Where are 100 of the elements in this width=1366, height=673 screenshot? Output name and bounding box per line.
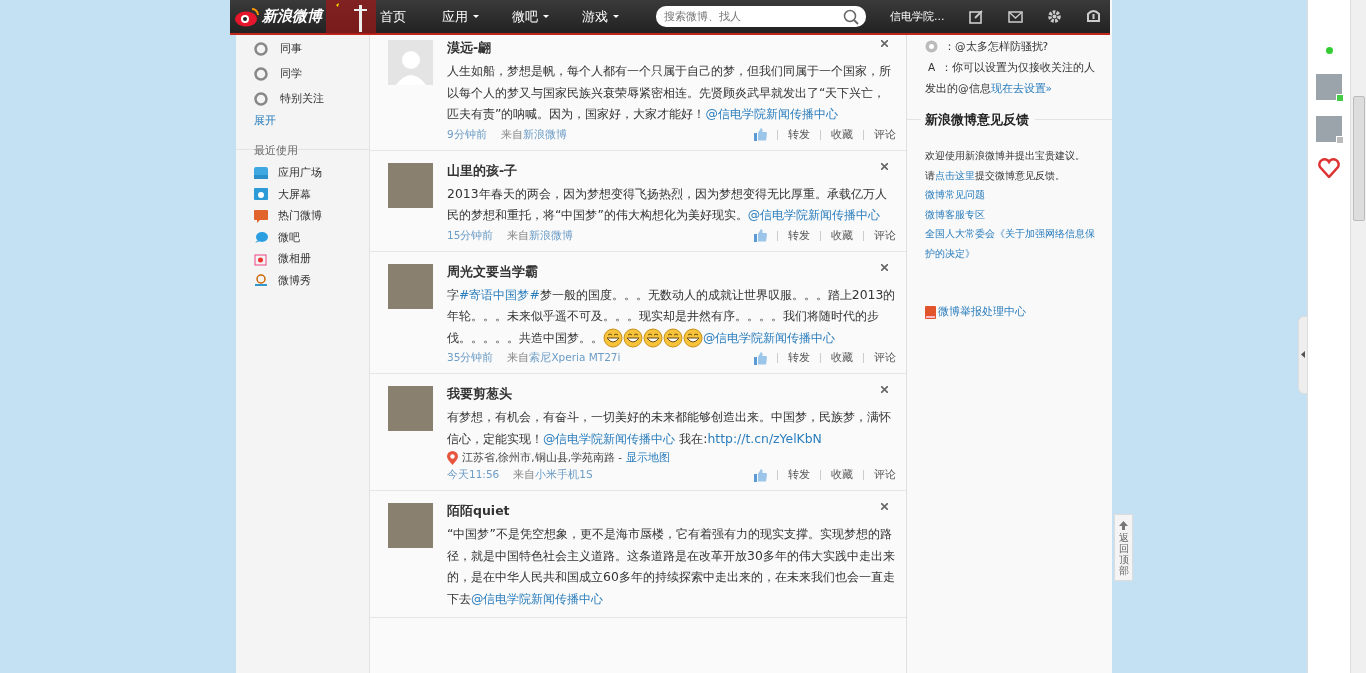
- action-link[interactable]: 收藏: [831, 468, 853, 482]
- question-marker-icon: [925, 40, 938, 53]
- post-link[interactable]: @信电学院新闻传播中心: [703, 329, 836, 345]
- grin-emoji-icon: [623, 328, 643, 348]
- pin-icon: [254, 66, 268, 81]
- pin-icon: [254, 91, 268, 106]
- author-name[interactable]: 陌陌quiet: [447, 503, 896, 520]
- source-label: 来自: [513, 468, 536, 482]
- app-store-icon: [254, 165, 268, 180]
- photo-placeholder[interactable]: [388, 162, 433, 208]
- like-button[interactable]: [754, 128, 767, 141]
- help-link[interactable]: 全国人大常委会《关于加强网络信息保护的决定》: [925, 224, 1104, 263]
- hot-badge-icon: [254, 208, 268, 223]
- author-name[interactable]: 山里的孩-子: [447, 162, 896, 180]
- close-icon: [881, 263, 888, 271]
- badge-icon: [254, 273, 268, 288]
- logo[interactable]: 新浪微博: [230, 6, 322, 27]
- action-link[interactable]: 转发: [788, 351, 810, 365]
- action-link[interactable]: 评论: [874, 468, 896, 482]
- action-link[interactable]: 收藏: [831, 127, 853, 142]
- action-link[interactable]: 评论: [874, 228, 896, 243]
- scroll-thumb[interactable]: [1353, 96, 1365, 221]
- post-link[interactable]: @信电学院新闻传播中心: [747, 207, 881, 222]
- action-link[interactable]: 收藏: [831, 228, 853, 243]
- location-text: 江苏省,徐州市,铜山县,学苑南路 -: [462, 451, 623, 465]
- close-button[interactable]: [879, 501, 890, 512]
- scrollbar[interactable]: [1350, 0, 1366, 673]
- post-text: “中国梦”不是凭空想象，更不是海市蜃楼，它有着强有力的现实支撑。实现梦想的路径，就是中国特色社会主义道路。这条道路是在改革开放30多年的伟大实践中走出来的，是在中华人民共和国成立60多年的持续探索中走出来的，在未来我们也会一直走下去@信电学院新闻传播中心: [447, 525, 896, 608]
- close-button[interactable]: [879, 384, 890, 395]
- close-button[interactable]: [879, 160, 890, 172]
- nav-link[interactable]: 应用: [442, 7, 479, 26]
- section-title: 新浪微博意见反馈: [921, 111, 1035, 129]
- like-button[interactable]: [754, 229, 767, 242]
- close-icon: [881, 386, 888, 393]
- grin-emoji-icon: [663, 328, 683, 348]
- nav-link[interactable]: 游戏: [582, 7, 619, 26]
- collapse-handle[interactable]: [1298, 315, 1307, 394]
- post-link[interactable]: http://t.cn/zYelKbN: [707, 430, 822, 446]
- post-link[interactable]: @信电学院新闻传播中心: [471, 590, 604, 606]
- action-link[interactable]: 收藏: [831, 351, 853, 365]
- post-text: 人生如船，梦想是帆，每个人都有一个只属于自己的梦，但我们同属于一个国家，所以每个人的梦又与国家民族兴衰荣辱紧密相连。先贤顾炎武早就发出了“天下兴亡，匹夫有责”的呐喊。因为，国家好，大家才能好！@信电学院新闻传播中心: [447, 62, 892, 123]
- section-title: 最近使用: [254, 142, 298, 158]
- like-button[interactable]: [754, 351, 767, 365]
- report-link[interactable]: 微博举报处理中心: [938, 305, 1026, 319]
- feedback-intro: 欢迎使用新浪微博并提出宝贵建议。: [925, 149, 1086, 163]
- feedback-text: 请点击这里提交微博意见反馈。: [925, 168, 1066, 183]
- pin-icon: [254, 41, 268, 56]
- action-link[interactable]: 转发: [788, 228, 810, 243]
- mail-button[interactable]: [1007, 9, 1023, 24]
- author-name[interactable]: 我要剪葱头: [447, 386, 896, 403]
- action-link[interactable]: 转发: [788, 127, 810, 142]
- source-label: 来自: [507, 228, 530, 243]
- thumbs-up-icon: [754, 229, 767, 242]
- app-link[interactable]: 微博秀: [278, 272, 311, 288]
- search-field[interactable]: 搜索微博、找人: [656, 6, 866, 27]
- close-button[interactable]: [879, 38, 890, 49]
- close-icon: [881, 162, 888, 170]
- screen-icon: [254, 187, 268, 202]
- author-name[interactable]: 漠远-翩: [447, 40, 896, 57]
- feedback-link[interactable]: 点击这里: [935, 169, 975, 181]
- group-link[interactable]: 同事: [280, 41, 302, 56]
- group-link[interactable]: 同学: [280, 66, 302, 81]
- compose-button[interactable]: [968, 9, 984, 24]
- group-link[interactable]: 特别关注: [280, 91, 324, 106]
- action-link[interactable]: 评论: [874, 351, 896, 365]
- search-icon: [843, 9, 859, 25]
- photo-placeholder[interactable]: [388, 263, 433, 309]
- tip-text: A ：你可以设置为仅接收关注的人发出的@信息现在去设置»: [925, 60, 1097, 96]
- expand-link[interactable]: 展开: [236, 113, 369, 128]
- post-link[interactable]: @信电学院新闻传播中心: [705, 106, 838, 121]
- author-name[interactable]: 周光文要当学霸: [447, 263, 896, 281]
- nav-link[interactable]: 微吧: [512, 7, 549, 26]
- app-link[interactable]: 微相册: [278, 251, 311, 267]
- post-link[interactable]: #寄语中国梦#: [459, 286, 540, 302]
- settings-link[interactable]: 现在去设置»: [990, 82, 1052, 94]
- heart-button[interactable]: [1318, 158, 1340, 178]
- photo-icon: [254, 251, 268, 266]
- grin-emoji-icon: [603, 328, 623, 348]
- source-label: 来自: [507, 351, 530, 365]
- app-link[interactable]: 微吧: [278, 229, 300, 245]
- map-link[interactable]: 显示地图: [626, 451, 671, 465]
- chat-bubble-icon: [254, 230, 268, 245]
- action-link[interactable]: 转发: [788, 468, 810, 482]
- post-link[interactable]: @信电学院新闻传播中心: [543, 430, 676, 446]
- back-to-top-button[interactable]: 返回顶部: [1114, 514, 1133, 581]
- settings-button[interactable]: [1046, 9, 1062, 24]
- nav-link[interactable]: 首页: [380, 7, 406, 26]
- app-link[interactable]: 大屏幕: [278, 186, 311, 202]
- app-link[interactable]: 应用广场: [278, 165, 322, 181]
- compose-icon: [968, 9, 984, 24]
- post-text: 有梦想，有机会，有奋斗，一切美好的未来都能够创造出来。中国梦，民族梦，满怀信心，定能实现！@信电学院新闻传播中心 我在:http://t.cn/zYelKbN: [447, 408, 892, 448]
- help-link[interactable]: 微博常见问题: [925, 185, 1104, 205]
- like-button[interactable]: [754, 468, 767, 482]
- user-name-link[interactable]: 信电学院...: [890, 9, 945, 24]
- up-arrow-icon: [1119, 521, 1128, 530]
- action-link[interactable]: 评论: [874, 127, 896, 142]
- close-button[interactable]: [879, 261, 890, 273]
- thumbs-up-icon: [754, 468, 767, 482]
- app-link[interactable]: 热门微博: [278, 208, 322, 224]
- help-link[interactable]: 微博客服专区: [925, 204, 1104, 224]
